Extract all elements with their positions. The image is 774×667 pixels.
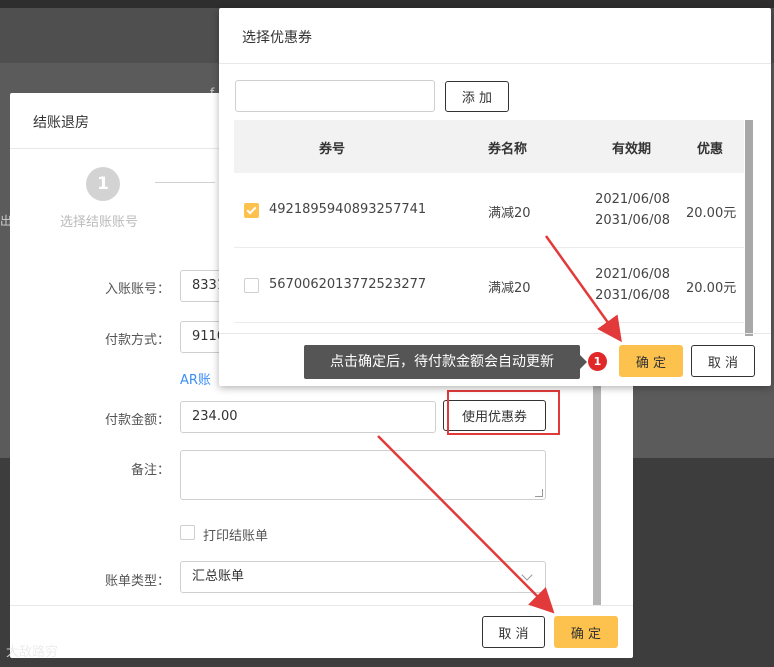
column-header: 券名称 [488,142,528,157]
row-checkbox[interactable] [244,203,259,218]
validity-end: 2031/06/08 [595,288,670,303]
account-label: 入账账号： [104,282,170,297]
step-badge: 1 [588,352,607,371]
coupon-code: 5670062013772523277 [269,277,427,292]
table-row[interactable]: 4921895940893257741 满减20 2021/06/08 2031… [234,173,744,248]
bill-type-label: 账单类型： [104,574,170,589]
watermark: 大敌路穷 [6,645,59,660]
coupon-discount: 20.00元 [686,206,737,221]
payment-method-label: 付款方式： [104,333,170,348]
ar-account-link[interactable]: AR账 [180,369,211,388]
amount-label: 付款金额： [104,413,170,428]
coupon-dialog: 选择优惠券 添 加 券号 券名称 有效期 优惠 4921895940893257… [219,8,771,386]
coupon-confirm-button[interactable]: 确 定 [619,345,683,377]
hint-tooltip: 点击确定后，待付款金额会自动更新 [304,345,580,379]
step-1-label: 选择结账账号 [60,215,139,230]
validity-start: 2021/06/08 [595,192,670,207]
chevron-down-icon [521,569,533,581]
column-header: 有效期 [612,142,652,157]
column-header: 优惠 [697,142,724,157]
checkout-confirm-button[interactable]: 确 定 [554,616,618,648]
resize-handle-icon[interactable] [535,489,543,497]
remark-label: 备注： [130,463,170,478]
bill-type-value: 汇总账单 [192,569,245,584]
print-bill-label: 打印结账单 [203,529,269,544]
scrollbar[interactable] [745,120,753,336]
bill-type-select[interactable]: 汇总账单 [180,561,546,593]
divider [219,333,771,334]
dialog-title: 结账退房 [33,115,89,131]
coupon-cancel-button[interactable]: 取 消 [691,345,755,377]
column-header: 券号 [319,142,346,157]
coupon-discount: 20.00元 [686,281,737,296]
validity-period: 2021/06/08 2031/06/08 [592,189,670,231]
divider [10,605,633,606]
coupon-code: 4921895940893257741 [269,202,427,217]
coupon-name: 满减20 [488,281,531,296]
divider [219,63,771,64]
print-bill-checkbox[interactable] [180,525,195,540]
validity-period: 2021/06/08 2031/06/08 [592,264,670,306]
remark-textarea[interactable] [180,450,546,500]
add-coupon-button[interactable]: 添 加 [445,81,509,112]
table-header: 券号 券名称 有效期 优惠 [234,120,744,173]
dialog-title: 选择优惠券 [242,30,312,46]
background-topbar [0,0,774,8]
validity-start: 2021/06/08 [595,267,670,282]
coupon-search-input[interactable] [235,80,435,112]
step-1-indicator: 1 [86,167,120,201]
checkout-cancel-button[interactable]: 取 消 [482,616,545,648]
check-icon [246,204,257,215]
row-checkbox[interactable] [244,278,259,293]
amount-input[interactable]: 234.00 [180,401,436,433]
coupon-name: 满减20 [488,206,531,221]
highlight-box [447,390,560,435]
step-connector [155,182,215,183]
table-row[interactable]: 5670062013772523277 满减20 2021/06/08 2031… [234,248,744,323]
validity-end: 2031/06/08 [595,213,670,228]
tooltip-arrow-icon [580,355,587,369]
